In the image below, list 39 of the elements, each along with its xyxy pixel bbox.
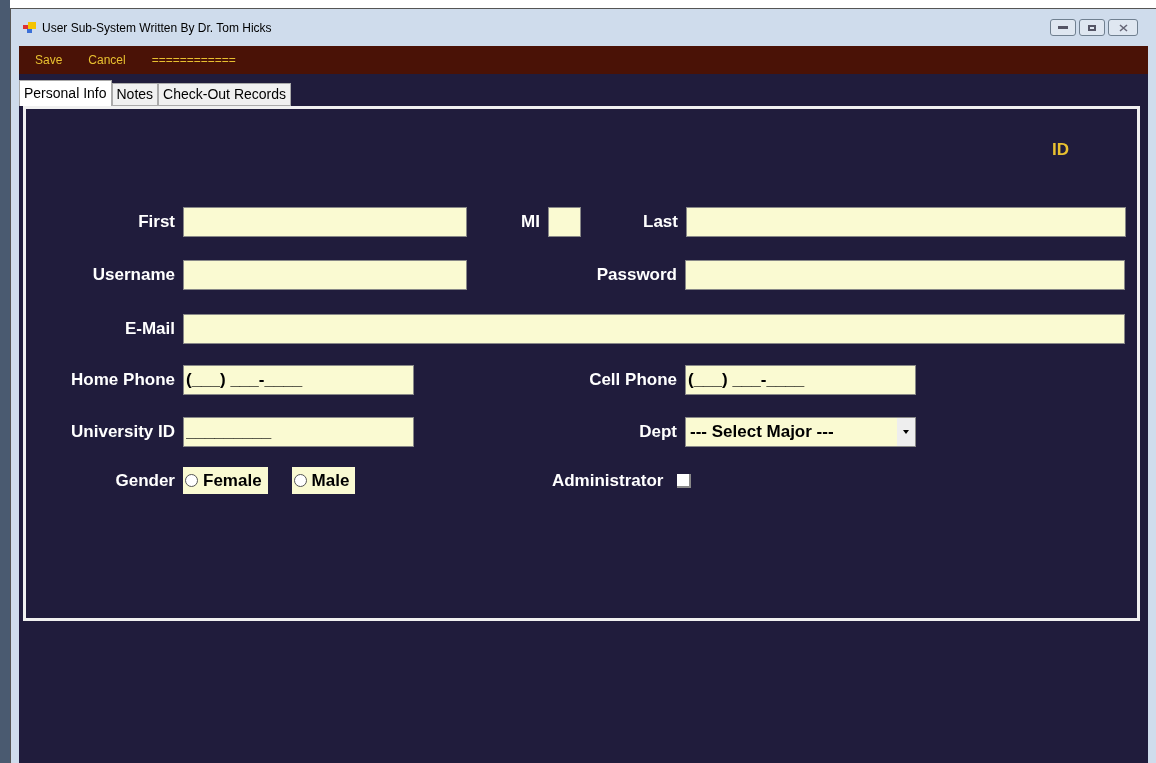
- input-field[interactable]: [183, 260, 467, 290]
- tab[interactable]: Check-Out Records: [158, 83, 291, 106]
- field-label: MI: [520, 211, 540, 234]
- field-label: Dept: [638, 421, 677, 444]
- tab[interactable]: Notes: [111, 83, 159, 106]
- close-icon: [1118, 23, 1128, 32]
- dropdown[interactable]: --- Select Major ---: [685, 417, 916, 447]
- field-label: Gender: [114, 469, 175, 492]
- input-field[interactable]: [183, 207, 467, 237]
- field-label: E-Mail: [123, 318, 175, 341]
- input-field[interactable]: [183, 314, 1125, 344]
- close-button[interactable]: [1108, 19, 1138, 36]
- tab[interactable]: Personal Info: [19, 80, 112, 106]
- input-field[interactable]: _________: [183, 417, 414, 447]
- input-field[interactable]: (___) ___-____: [685, 365, 916, 395]
- input-field[interactable]: [686, 207, 1126, 237]
- radio-option[interactable]: Male: [291, 467, 356, 494]
- radio-option[interactable]: Female: [183, 467, 268, 494]
- id-label: ID: [1052, 139, 1069, 161]
- checkbox[interactable]: [677, 473, 692, 488]
- menu-item[interactable]: Cancel: [80, 51, 134, 69]
- input-field[interactable]: [685, 260, 1125, 290]
- input-field[interactable]: (___) ___-____: [183, 365, 414, 395]
- maximize-button[interactable]: [1079, 19, 1105, 36]
- field-label: University ID: [70, 421, 175, 444]
- field-label: Administrator: [550, 469, 664, 492]
- app-icon: [23, 21, 37, 34]
- field-label: First: [137, 211, 175, 234]
- field-label: Cell Phone: [588, 369, 677, 392]
- field-label: Username: [91, 264, 175, 287]
- window-title: User Sub-System Written By Dr. Tom Hicks: [42, 19, 272, 37]
- caret-icon: [903, 430, 909, 434]
- input-field[interactable]: [548, 207, 581, 237]
- menu-item[interactable]: Save: [27, 51, 71, 69]
- field-label: Password: [595, 264, 677, 287]
- field-label: Last: [642, 211, 678, 234]
- menu-item[interactable]: ============: [143, 51, 244, 69]
- field-label: Home Phone: [70, 369, 175, 392]
- minimize-button[interactable]: [1050, 19, 1076, 36]
